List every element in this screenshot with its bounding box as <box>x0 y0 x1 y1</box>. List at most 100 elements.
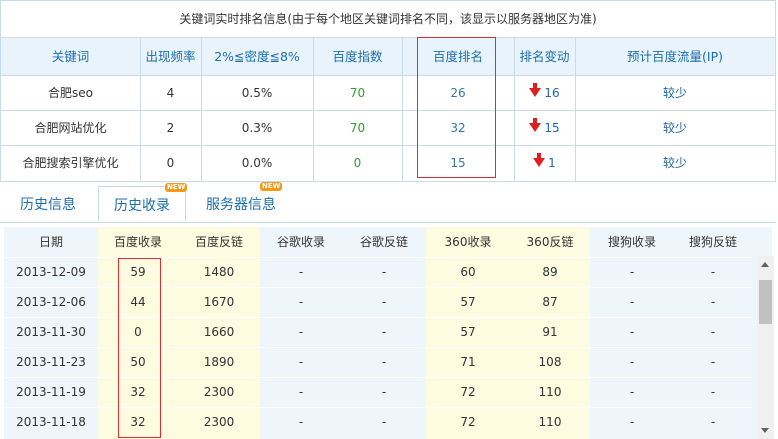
scroll-up-icon[interactable] <box>761 262 769 267</box>
traffic-link[interactable]: 较少 <box>575 111 775 146</box>
history-value-cell: - <box>381 325 387 339</box>
history-value-cell: - <box>710 265 716 279</box>
ranking-cell-change: 15 <box>514 111 575 146</box>
history-value-cell: 91 <box>542 325 558 339</box>
ranking-cell-freq: 2 <box>166 121 175 135</box>
history-value-cell: 72 <box>460 415 476 429</box>
history-value-cell: - <box>710 385 716 399</box>
history-date-cell: 2013-11-19 <box>16 385 86 399</box>
history-date-cell: 2013-12-06 <box>16 295 86 309</box>
ranking-header-cell: 2%≦密度≦8% <box>214 49 300 64</box>
history-value-cell: - <box>298 325 304 339</box>
traffic-link[interactable]: 较少 <box>575 146 775 181</box>
history-value-cell: 87 <box>542 295 558 309</box>
history-header-cell: 百度收录 <box>113 235 162 249</box>
history-header-cell: 搜狗收录 <box>607 235 656 249</box>
tab-history-index[interactable]: 历史收录 NEW <box>98 183 188 222</box>
history-value-cell: 2300 <box>203 415 235 429</box>
history-value-cell: - <box>381 355 387 369</box>
history-value-cell: - <box>710 325 716 339</box>
history-value-cell: - <box>629 265 635 279</box>
down-arrow-icon <box>529 83 542 97</box>
history-value-cell: 1660 <box>203 325 235 339</box>
ranking-cell-density: 0.5% <box>241 86 273 100</box>
history-value-cell: - <box>629 415 635 429</box>
history-value-cell: 72 <box>460 385 476 399</box>
tab-label: 历史信息 <box>20 197 76 213</box>
rank-change-value: 15 <box>544 121 560 135</box>
tab-label: 历史收录 <box>114 198 170 214</box>
tab-history-info[interactable]: 历史信息 <box>8 186 88 222</box>
ranking-header-cell: 关键词 <box>51 49 90 64</box>
history-value-cell: 108 <box>538 355 562 369</box>
ranking-title: 关键词实时排名信息(由于每个地区关键词排名不同，该显示以服务器地区为准) <box>1 1 775 38</box>
ranking-cell-change: 1 <box>514 146 575 181</box>
history-value-cell: 71 <box>460 355 476 369</box>
history-header-cell: 谷歌反链 <box>359 235 408 249</box>
history-date-cell: 2013-11-23 <box>16 355 86 369</box>
history-date-cell: 2013-12-09 <box>16 265 86 279</box>
history-value-cell: 1670 <box>203 295 235 309</box>
history-value-cell: 1480 <box>203 265 235 279</box>
history-value-cell: - <box>381 265 387 279</box>
down-arrow-icon <box>533 153 546 167</box>
scrollbar-thumb[interactable] <box>759 280 772 324</box>
history-header-cell: 搜狗反链 <box>688 235 737 249</box>
ranking-cell-index: 70 <box>349 86 366 100</box>
history-header-cell: 360反链 <box>526 235 574 249</box>
rank-change-value: 1 <box>548 156 556 170</box>
history-date-cell: 2013-11-30 <box>16 325 86 339</box>
history-value-cell: 60 <box>460 265 476 279</box>
scroll-down-icon[interactable] <box>761 428 769 433</box>
history-value-cell: - <box>381 295 387 309</box>
tab-label: 服务器信息 <box>206 197 276 213</box>
history-value-cell: - <box>710 355 716 369</box>
history-value-cell: 2300 <box>203 385 235 399</box>
history-value-cell: - <box>381 415 387 429</box>
ranking-cell-index: 70 <box>349 121 366 135</box>
history-value-cell: 110 <box>538 385 562 399</box>
history-value-cell: - <box>710 295 716 309</box>
ranking-cell-keyword: 合肥搜索引擎优化 <box>22 156 119 170</box>
new-badge: NEW <box>260 182 283 191</box>
history-value-cell: - <box>629 385 635 399</box>
ranking-cell-density: 0.0% <box>241 156 273 170</box>
ranking-cell-freq: 0 <box>166 156 175 170</box>
ranking-cell-keyword: 合肥seo <box>48 86 93 100</box>
history-value-cell: - <box>298 415 304 429</box>
history-header-cell: 360收录 <box>444 235 492 249</box>
ranking-cell-change: 16 <box>514 76 575 111</box>
history-date-cell: 2013-11-18 <box>16 415 86 429</box>
history-value-cell: 57 <box>460 325 476 339</box>
tab-server-info[interactable]: 服务器信息 NEW <box>196 182 286 222</box>
history-value-cell: - <box>298 295 304 309</box>
history-value-cell: - <box>298 265 304 279</box>
down-arrow-icon <box>529 118 542 132</box>
history-value-cell: - <box>629 325 635 339</box>
baidu-index-highlight-box <box>118 258 161 438</box>
history-header-cell: 日期 <box>38 235 63 249</box>
history-value-cell: 110 <box>538 415 562 429</box>
ranking-header-cell: 百度指数 <box>332 49 383 64</box>
history-value-cell: - <box>710 415 716 429</box>
history-scrollbar[interactable] <box>757 256 774 439</box>
ranking-header-cell: 出现频率 <box>145 49 196 64</box>
history-value-cell: 57 <box>460 295 476 309</box>
history-value-cell: - <box>629 295 635 309</box>
history-header-cell: 百度反链 <box>194 235 243 249</box>
new-badge: NEW <box>165 183 188 192</box>
history-table: 日期 百度收录 百度反链 谷歌收录 谷歌反链 360收录 360反链 搜狗收录 搜狗反链 2013… <box>4 227 772 439</box>
traffic-link[interactable]: 较少 <box>575 76 775 111</box>
history-value-cell: 1890 <box>203 355 235 369</box>
rank-change-value: 16 <box>544 86 560 100</box>
history-value-cell: - <box>298 355 304 369</box>
history-value-cell: - <box>298 385 304 399</box>
ranking-cell-keyword: 合肥网站优化 <box>34 121 107 135</box>
history-value-cell: - <box>381 385 387 399</box>
history-value-cell: 89 <box>542 265 558 279</box>
ranking-cell-density: 0.3% <box>241 121 273 135</box>
history-header-cell: 谷歌收录 <box>276 235 325 249</box>
ranking-cell-index: 0 <box>353 156 362 170</box>
ranking-header-cell: 预计百度流量(IP) <box>627 49 723 64</box>
tab-bar: 历史信息 历史收录 NEW 服务器信息 NEW <box>0 182 776 223</box>
